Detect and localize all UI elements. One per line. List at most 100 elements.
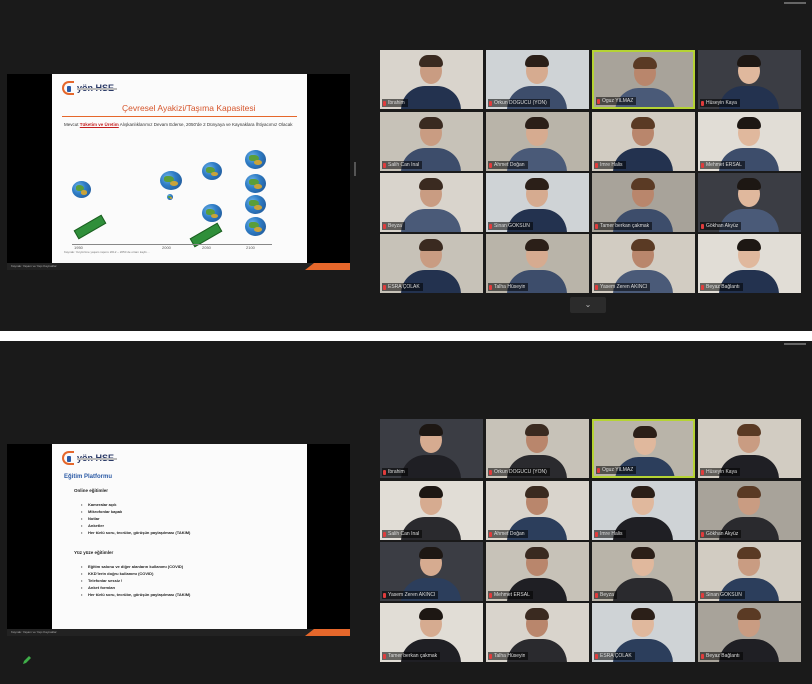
split-view-handle[interactable] bbox=[354, 162, 356, 176]
shared-screen-slide[interactable]: yön HSE Çevresel Ayakizi/Taşıma Kapasite… bbox=[7, 74, 350, 270]
participant-name: Orkun DOĞUCU (YÖN) bbox=[494, 469, 547, 475]
participant-name-tag: Yasem Zeren AKINCI bbox=[594, 283, 651, 291]
section-heading: Online eğitimler bbox=[74, 488, 109, 493]
participant-tile[interactable]: Sinan GÖKSUN bbox=[698, 542, 801, 601]
logo-mark-icon bbox=[62, 451, 74, 465]
section-heading: Yüz yüze eğitimler bbox=[74, 550, 114, 555]
pencil-icon[interactable] bbox=[22, 655, 32, 665]
mic-muted-icon bbox=[383, 284, 386, 290]
participant-hair bbox=[525, 424, 549, 436]
body-text-end: Alışkanlıklarımız Devam Ederse, 2050'de … bbox=[118, 122, 293, 127]
participant-tile[interactable]: Talha Hüseyin bbox=[486, 234, 589, 293]
participant-tile[interactable]: Beyza bbox=[592, 542, 695, 601]
mic-muted-icon bbox=[701, 592, 704, 598]
shared-screen-slide[interactable]: yön HSE Eğitim Platformu Online eğitimle… bbox=[7, 444, 350, 636]
participant-name: Ibrahim bbox=[388, 469, 405, 475]
participant-tile[interactable]: Orkun DOĞUCU (YÖN) bbox=[486, 419, 589, 478]
participant-tile[interactable]: Beyza bbox=[380, 173, 483, 232]
participant-hair bbox=[419, 117, 443, 129]
participant-tile[interactable]: Yasem Zeren AKINCI bbox=[380, 542, 483, 601]
window-corner bbox=[784, 343, 806, 345]
timeline-year: 2050 bbox=[202, 245, 211, 250]
participant-name-tag: Beyaz Bağlantı bbox=[700, 652, 743, 660]
participant-tile[interactable]: Gökhan Akyüz bbox=[698, 481, 801, 540]
globe-icon bbox=[245, 174, 266, 193]
slide-title: Çevresel Ayakizi/Taşıma Kapasitesi bbox=[122, 103, 256, 113]
participant-tile[interactable]: Salih Can İnal bbox=[380, 481, 483, 540]
participant-hair bbox=[419, 178, 443, 190]
participant-tile[interactable]: Mehmet ERSAL bbox=[486, 542, 589, 601]
body-text-start: Mevcut bbox=[64, 122, 80, 127]
participant-tile[interactable]: Mehmet ERSAL bbox=[698, 112, 801, 171]
participant-hair bbox=[631, 239, 655, 251]
participant-name-tag: Gökhan Akyüz bbox=[700, 222, 742, 230]
participant-hair bbox=[631, 486, 655, 498]
participant-tile[interactable]: Beyaz Bağlantı bbox=[698, 234, 801, 293]
participant-tile[interactable]: Ahmet Doğan bbox=[486, 481, 589, 540]
timeline-year: 2000 bbox=[162, 245, 171, 250]
bullet-item: KKD'lerin doğru kullanımı (COVID) bbox=[81, 570, 190, 577]
participant-tile[interactable]: ESRA ÇOLAK bbox=[592, 603, 695, 662]
bullet-list: Kameralar açık Mikrofonlar kapalı Notlar… bbox=[81, 501, 190, 536]
participant-tile[interactable]: Tamer berkan çakmak bbox=[592, 173, 695, 232]
participant-tile[interactable]: Oguz YILMAZ bbox=[592, 419, 695, 478]
mic-muted-icon bbox=[701, 223, 704, 229]
participant-tile[interactable]: Hüseyin Kaya bbox=[698, 50, 801, 109]
footer-accent bbox=[305, 263, 350, 270]
participant-name-tag: İmre Halis bbox=[594, 530, 626, 538]
chevron-down-icon: ⌄ bbox=[584, 300, 592, 309]
participant-tile[interactable]: İmre Halis bbox=[592, 481, 695, 540]
participant-tile[interactable]: Gökhan Akyüz bbox=[698, 173, 801, 232]
participant-hair bbox=[737, 424, 761, 436]
mic-muted-icon bbox=[701, 284, 704, 290]
participant-hair bbox=[631, 547, 655, 559]
participant-tile[interactable]: Hüseyin Kaya bbox=[698, 419, 801, 478]
mic-muted-icon bbox=[489, 469, 492, 475]
participant-hair bbox=[525, 117, 549, 129]
title-divider bbox=[62, 116, 297, 117]
participant-name-tag: Ibrahim bbox=[382, 99, 408, 107]
participant-tile[interactable]: Salih Can İnal bbox=[380, 112, 483, 171]
mic-muted-icon bbox=[383, 531, 386, 537]
participant-name: Talha Hüseyin bbox=[494, 284, 526, 290]
participant-tile[interactable]: Ahmet Doğan bbox=[486, 112, 589, 171]
participant-tile[interactable]: Ibrahim bbox=[380, 419, 483, 478]
participant-name-tag: Salih Can İnal bbox=[382, 530, 423, 538]
mic-muted-icon bbox=[701, 100, 704, 106]
mic-muted-icon bbox=[489, 653, 492, 659]
participant-tile[interactable]: Beyaz Bağlantı bbox=[698, 603, 801, 662]
participant-name: Oguz YILMAZ bbox=[602, 467, 634, 473]
participant-tile[interactable]: Orkun DOĞUCU (YÖN) bbox=[486, 50, 589, 109]
participant-tile[interactable]: ESRA ÇOLAK bbox=[380, 234, 483, 293]
participant-tile[interactable]: İmre Halis bbox=[592, 112, 695, 171]
participant-hair bbox=[419, 486, 443, 498]
participant-name-tag: Ibrahim bbox=[382, 468, 408, 476]
logo-subline bbox=[77, 88, 117, 90]
slide-title: Eğitim Platformu bbox=[64, 474, 113, 480]
participant-name: Ahmet Doğan bbox=[494, 162, 525, 168]
participant-name: Beyza bbox=[388, 223, 402, 229]
participant-hair bbox=[737, 608, 761, 620]
participant-hair bbox=[419, 424, 443, 436]
participant-tile[interactable]: Oguz YILMAZ bbox=[592, 50, 695, 109]
participant-name: Tamer berkan çakmak bbox=[600, 223, 650, 229]
participant-name: Hüseyin Kaya bbox=[706, 469, 737, 475]
mic-muted-icon bbox=[383, 653, 386, 659]
participant-name: Yasem Zeren AKINCI bbox=[600, 284, 648, 290]
participant-name-tag: Talha Hüseyin bbox=[488, 283, 529, 291]
participant-tile[interactable]: Talha Hüseyin bbox=[486, 603, 589, 662]
participant-name: Talha Hüseyin bbox=[494, 653, 526, 659]
participant-tile[interactable]: Tamer berkan çakmak bbox=[380, 603, 483, 662]
mic-muted-icon bbox=[595, 223, 598, 229]
mic-muted-icon bbox=[701, 531, 704, 537]
globe-icon bbox=[202, 204, 222, 222]
participant-name-tag: Ahmet Doğan bbox=[488, 161, 528, 169]
participant-tile[interactable]: Ibrahim bbox=[380, 50, 483, 109]
participant-tile[interactable]: Sinan GÖKSUN bbox=[486, 173, 589, 232]
window-corner bbox=[784, 2, 806, 4]
gallery-more-button[interactable]: ⌄ bbox=[570, 297, 606, 313]
participant-tile[interactable]: Yasem Zeren AKINCI bbox=[592, 234, 695, 293]
growth-stem-graphic bbox=[73, 214, 107, 240]
participant-name: Sinan GÖKSUN bbox=[494, 223, 530, 229]
participant-name-tag: Yasem Zeren AKINCI bbox=[382, 591, 439, 599]
